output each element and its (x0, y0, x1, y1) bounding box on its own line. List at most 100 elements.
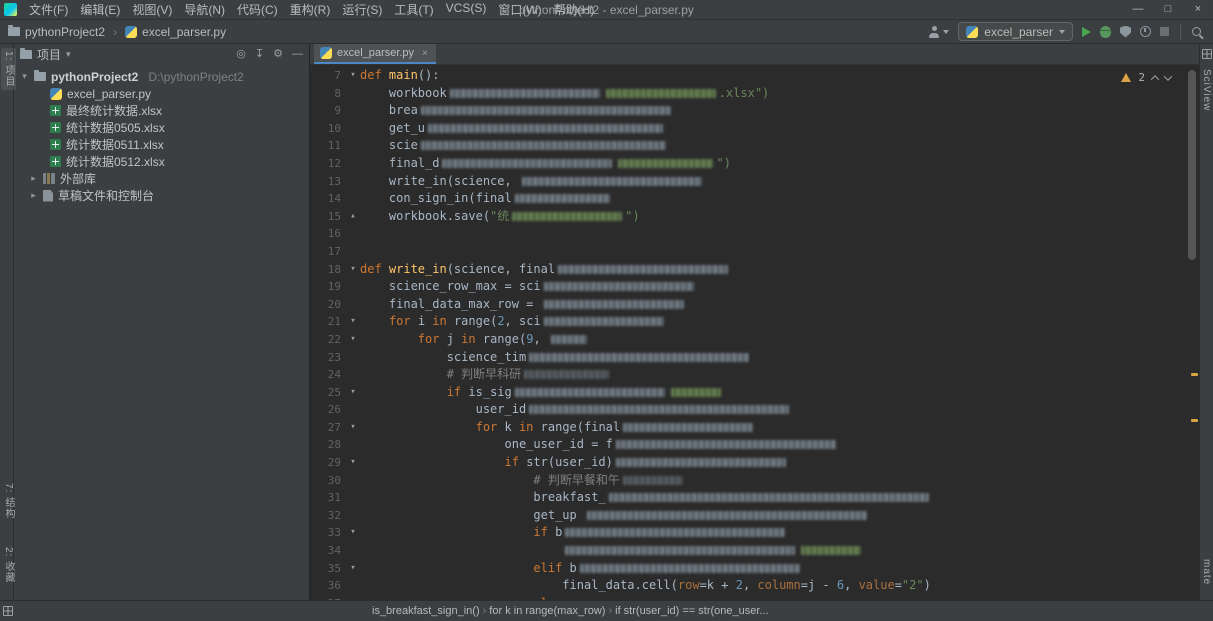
menu-item[interactable]: 代码(C) (231, 1, 284, 18)
code-line[interactable]: 18▾def write_in(science, final (310, 261, 1183, 279)
run-button[interactable] (1082, 27, 1091, 37)
code-line[interactable]: 22▾ for j in range(9, (310, 331, 1183, 349)
tool-button-sciview[interactable]: SciView (1201, 66, 1212, 114)
maximize-button[interactable]: □ (1153, 0, 1183, 19)
code-line[interactable]: 33▾ if b (310, 524, 1183, 542)
fold-icon[interactable]: ▾ (346, 331, 360, 349)
menu-item[interactable]: 运行(S) (336, 1, 388, 18)
warning-stripe-mark[interactable] (1191, 373, 1198, 376)
fold-icon[interactable]: ▾ (346, 67, 360, 85)
code-line[interactable]: 32 get_up (310, 507, 1183, 525)
code-line[interactable]: 9 brea (310, 102, 1183, 120)
close-tab-icon[interactable]: × (422, 48, 428, 59)
code-line[interactable]: 36 final_data.cell(row=k + 2, column=j -… (310, 577, 1183, 595)
code-line[interactable]: 25▾ if is_sig (310, 384, 1183, 402)
menu-item[interactable]: 文件(F) (23, 1, 74, 18)
code-line[interactable]: 21▾ for i in range(2, sci (310, 313, 1183, 331)
code-line[interactable]: 13 write_in(science, (310, 173, 1183, 191)
fold-icon[interactable]: ▾ (346, 384, 360, 402)
code-line[interactable]: 34 (310, 542, 1183, 560)
chevron-right-icon[interactable]: ▸ (29, 173, 38, 184)
editor-tab[interactable]: excel_parser.py × (314, 44, 436, 64)
menu-item[interactable]: VCS(S) (440, 1, 493, 18)
tree-file-item[interactable]: 最终统计数据.xlsx (14, 102, 309, 119)
sciview-icon[interactable] (1202, 49, 1212, 59)
panel-settings-gear-icon[interactable]: ⚙ (273, 49, 283, 60)
code-line[interactable]: 28 one_user_id = f (310, 436, 1183, 454)
tree-collapsed-item[interactable]: ▸外部库 (14, 170, 309, 187)
tree-file-item[interactable]: 统计数据0511.xlsx (14, 136, 309, 153)
tree-collapsed-item[interactable]: ▸草稿文件和控制台 (14, 187, 309, 204)
breadcrumb-file[interactable]: excel_parser.py (142, 25, 226, 39)
fold-icon[interactable]: ▴ (346, 208, 360, 226)
code-line[interactable]: 30 # 判断早餐和午 (310, 472, 1183, 490)
fold-icon[interactable]: ▾ (346, 560, 360, 578)
tool-button-project[interactable]: 1: 项目 (1, 48, 16, 90)
code-line[interactable]: 10 get_u (310, 120, 1183, 138)
menu-item[interactable]: 编辑(E) (74, 1, 126, 18)
coverage-button[interactable] (1120, 26, 1131, 38)
collapse-all-icon[interactable]: ↧ (255, 49, 264, 60)
code-line[interactable]: 24 # 判断早科研 (310, 366, 1183, 384)
code-line[interactable]: 19 science_row_max = sci (310, 278, 1183, 296)
tree-file-item[interactable]: 统计数据0505.xlsx (14, 119, 309, 136)
breadcrumb-item[interactable]: is_breakfast_sign_in() (372, 605, 480, 617)
code-line[interactable]: 31 breakfast_ (310, 489, 1183, 507)
close-button[interactable]: × (1183, 0, 1213, 19)
menu-item[interactable]: 视图(V) (126, 1, 178, 18)
code-editor[interactable]: 7▾def main():8 workbook.xlsx")9 brea10 g… (310, 65, 1199, 600)
chevron-right-icon[interactable]: ▸ (29, 190, 38, 201)
breadcrumb-item[interactable]: for k in range(max_row) (489, 605, 605, 617)
tool-window-switcher-icon[interactable] (3, 606, 13, 616)
hide-panel-icon[interactable]: — (292, 49, 303, 60)
code-line[interactable]: 8 workbook.xlsx") (310, 85, 1183, 103)
inspection-widget[interactable]: 2 (1121, 71, 1171, 84)
tool-button-favorites[interactable]: 2: 收藏 (1, 544, 16, 586)
warning-stripe-mark[interactable] (1191, 419, 1198, 422)
fold-icon[interactable]: ▾ (346, 524, 360, 542)
fold-icon[interactable]: ▾ (346, 261, 360, 279)
breadcrumb-project[interactable]: pythonProject2 (25, 25, 105, 39)
tree-root-item[interactable]: ▾ pythonProject2 D:\pythonProject2 (14, 68, 309, 85)
fold-icon[interactable]: ▾ (346, 454, 360, 472)
manage-targets-button[interactable] (928, 26, 949, 38)
menu-item[interactable]: 导航(N) (178, 1, 231, 18)
search-everywhere-button[interactable] (1192, 27, 1201, 36)
line-number: 10 (310, 120, 346, 138)
code-line[interactable]: 11 scie (310, 137, 1183, 155)
menu-item[interactable]: 工具(T) (388, 1, 439, 18)
code-line[interactable]: 17 (310, 243, 1183, 261)
code-token: i (418, 314, 432, 328)
code-line[interactable]: 26 user_id (310, 401, 1183, 419)
menu-item[interactable]: 重构(R) (284, 1, 337, 18)
run-config-select[interactable]: excel_parser (958, 22, 1073, 41)
code-line[interactable]: 16 (310, 225, 1183, 243)
code-line[interactable]: 29▾ if str(user_id) (310, 454, 1183, 472)
code-line[interactable]: 35▾ elif b (310, 560, 1183, 578)
profiler-button[interactable] (1140, 26, 1151, 37)
tool-button-structure[interactable]: 7: 结构 (1, 480, 16, 522)
stop-button[interactable] (1160, 27, 1169, 36)
chevron-down-icon[interactable]: ▾ (20, 71, 29, 82)
code-line[interactable]: 14 con_sign_in(final (310, 190, 1183, 208)
editor-scrollbar[interactable] (1188, 70, 1196, 260)
breadcrumb-item[interactable]: if str(user_id) == str(one_user... (615, 605, 768, 617)
tree-file-item[interactable]: excel_parser.py (14, 85, 309, 102)
project-panel-title[interactable]: 项目 (37, 46, 61, 63)
next-warning-icon[interactable] (1164, 72, 1172, 80)
tool-button-bottom-right[interactable]: mate (1201, 556, 1212, 588)
debug-button[interactable] (1100, 26, 1111, 38)
code-line[interactable]: 27▾ for k in range(final (310, 419, 1183, 437)
fold-icon[interactable]: ▾ (346, 419, 360, 437)
code-line[interactable]: 12 final_d") (310, 155, 1183, 173)
minimize-button[interactable]: — (1123, 0, 1153, 19)
chevron-down-icon[interactable]: ▾ (66, 49, 71, 60)
code-line[interactable]: 7▾def main(): (310, 67, 1183, 85)
locate-file-icon[interactable]: ◎ (236, 49, 246, 60)
code-line[interactable]: 23 science_tim (310, 349, 1183, 367)
tree-file-item[interactable]: 统计数据0512.xlsx (14, 153, 309, 170)
code-line[interactable]: 20 final_data_max_row = (310, 296, 1183, 314)
previous-warning-icon[interactable] (1151, 75, 1159, 83)
fold-icon[interactable]: ▾ (346, 313, 360, 331)
code-line[interactable]: 15▴ workbook.save("统") (310, 208, 1183, 226)
